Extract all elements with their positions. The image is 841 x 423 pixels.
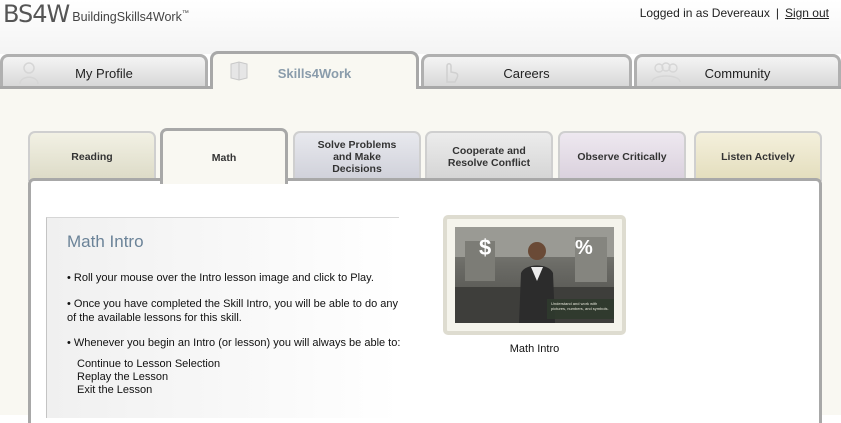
skill-tab-math[interactable]: Math [160, 128, 288, 184]
tab-community[interactable]: Community [634, 54, 841, 86]
skill-tab-label: Cooperate and Resolve Conflict [447, 145, 531, 169]
intro-title: Math Intro [67, 232, 144, 251]
skill-tab-label: Observe Critically [577, 151, 667, 163]
skill-tab-solve-problems[interactable]: Solve Problems and Make Decisions [293, 131, 421, 181]
tab-label: My Profile [75, 66, 133, 81]
tab-careers[interactable]: Careers [421, 54, 632, 86]
skill-tab-listen-actively[interactable]: Listen Actively [694, 131, 822, 181]
percent-symbol: % [575, 237, 593, 259]
dollar-symbol: $ [479, 235, 492, 260]
logged-in-text: Logged in as Devereaux [639, 6, 770, 20]
skill-tab-reading[interactable]: Reading [28, 131, 156, 181]
tab-label: Careers [503, 66, 550, 81]
intro-instruction-3: • Whenever you begin an Intro (or lesson… [67, 337, 401, 349]
content-frame: Reading Math Solve Problems and Make Dec… [0, 86, 841, 423]
intro-box: Math Intro • Roll your mouse over the In… [46, 217, 400, 418]
skill-tab-label: Solve Problems and Make Decisions [317, 139, 397, 175]
separator: | [775, 6, 779, 20]
skill-tab-cooperate[interactable]: Cooperate and Resolve Conflict [425, 131, 553, 181]
video-preview[interactable]: $ % Understand and work with pictures, n… [455, 227, 614, 323]
intro-instruction-1: • Roll your mouse over the Intro lesson … [67, 272, 374, 284]
logo-mark: BS4W [3, 0, 70, 28]
option-exit: Exit the Lesson [77, 384, 153, 396]
skill-tab-label: Math [211, 151, 237, 164]
skill-tab-observe-critically[interactable]: Observe Critically [558, 131, 686, 181]
tab-label: Skills4Work [277, 66, 352, 81]
skill-panel: Math Intro • Roll your mouse over the In… [28, 178, 822, 423]
tab-label: Community [704, 66, 771, 81]
intro-options: Continue to Lesson Selection Replay the … [77, 358, 220, 397]
video-caption: Math Intro [509, 343, 560, 355]
tab-skills4work[interactable]: Skills4Work [210, 51, 419, 89]
skill-tab-label: Listen Actively [721, 151, 795, 163]
option-continue: Continue to Lesson Selection [77, 358, 221, 370]
intro-instruction-2: • Once you have completed the Skill Intr… [67, 298, 398, 324]
sign-out-link[interactable]: Sign out [785, 6, 829, 20]
intro-lesson-thumbnail[interactable]: $ % Understand and work with pictures, n… [443, 215, 626, 335]
tab-my-profile[interactable]: My Profile [0, 54, 208, 86]
logo-text: BuildingSkills4Work™ [72, 10, 189, 24]
header: BS4W BuildingSkills4Work™ Logged in as D… [0, 0, 841, 54]
option-replay: Replay the Lesson [77, 371, 169, 383]
logo[interactable]: BS4W BuildingSkills4Work™ [3, 2, 189, 26]
main-tabs: My Profile Skills4Work Careers Community [0, 51, 841, 89]
skill-tab-label: Reading [71, 151, 113, 163]
user-bar: Logged in as Devereaux | Sign out [640, 6, 829, 20]
video-overlay-text: Understand and work with pictures, numbe… [551, 301, 609, 311]
